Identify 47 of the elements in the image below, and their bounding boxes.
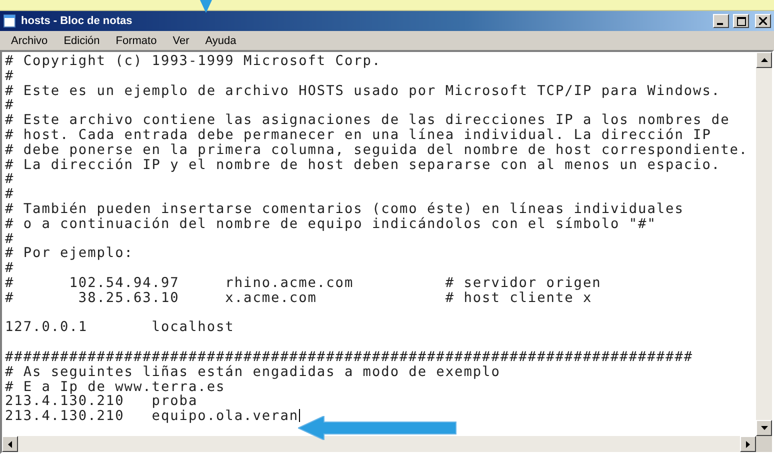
- text-line: #: [5, 230, 14, 247]
- menu-item[interactable]: Archivo: [4, 34, 55, 46]
- text-line: # Copyright (c) 1993-1999 Microsoft Corp.: [5, 53, 382, 69]
- text-line: # También pueden insertarse comentarios (como éste) en líneas individuales: [5, 200, 684, 217]
- right-arrow-icon: [746, 440, 750, 448]
- notepad-icon: [3, 14, 17, 28]
- text-line: # Este archivo contiene las asignaciones de las direcciones IP a los nombres de: [5, 112, 730, 128]
- close-button[interactable]: [755, 14, 771, 28]
- text-line: #: [5, 186, 14, 202]
- left-arrow-icon: [8, 440, 12, 448]
- text-line: #: [5, 68, 14, 84]
- text-line: #: [5, 171, 14, 188]
- text-line: # debe ponerse en la primera columna, seguida del nombre de host correspondiente.: [5, 142, 748, 158]
- window-title: hosts - Bloc de notas: [21, 15, 134, 27]
- text-line: #: [5, 260, 14, 276]
- horizontal-scrollbar[interactable]: [2, 436, 756, 452]
- menu-item[interactable]: Ver: [166, 34, 196, 46]
- text-line: # o a continuación del nombre de equipo indicándolos con el símbolo "#": [5, 216, 656, 232]
- text-line: 127.0.0.1 localhost: [5, 319, 234, 336]
- text-line: # Por ejemplo:: [5, 245, 134, 262]
- scroll-up-button[interactable]: [756, 52, 772, 68]
- up-arrow-icon: [760, 58, 768, 62]
- text-line: # 102.54.94.97 rhino.acme.com # servidor origen: [5, 274, 602, 291]
- scroll-right-button[interactable]: [740, 436, 756, 452]
- maximize-icon: [736, 16, 746, 26]
- minimize-button[interactable]: [713, 14, 729, 28]
- scroll-left-button[interactable]: [2, 436, 18, 452]
- vertical-scrollbar[interactable]: [756, 52, 772, 436]
- menu-item[interactable]: Ayuda: [198, 34, 244, 46]
- text-line: ###########################################################################: [5, 348, 694, 365]
- text-line: 213.4.130.210 proba: [5, 393, 198, 410]
- text-line: # host. Cada entrada debe permanecer en una línea individual. La dirección IP: [5, 126, 712, 143]
- text-line: #: [5, 97, 14, 114]
- down-arrow-icon: [760, 426, 768, 430]
- text-line: # Este es un ejemplo de archivo HOSTS usado por Microsoft TCP/IP para Windows.: [5, 82, 721, 99]
- text-line: 213.4.130.210 equipo.ola.veran: [5, 408, 299, 424]
- maximize-button[interactable]: [733, 14, 749, 28]
- menu-item[interactable]: Formato: [108, 34, 164, 46]
- text-line: # E a Ip de www.terra.es: [5, 378, 226, 395]
- text-line: # As seguintes liñas están engadidas a modo de exemplo: [5, 364, 500, 380]
- text-line: # 38.25.63.10 x.acme.com # host cliente x: [5, 290, 592, 306]
- scroll-down-button[interactable]: [756, 420, 772, 436]
- text-line: # La dirección IP y el nombre de host deben separarse con al menos un espacio.: [5, 156, 721, 173]
- arrow-drawing: [197, 0, 215, 14]
- menu-item[interactable]: Edición: [56, 34, 107, 46]
- close-icon: [759, 17, 767, 25]
- resize-grip[interactable]: [756, 436, 772, 452]
